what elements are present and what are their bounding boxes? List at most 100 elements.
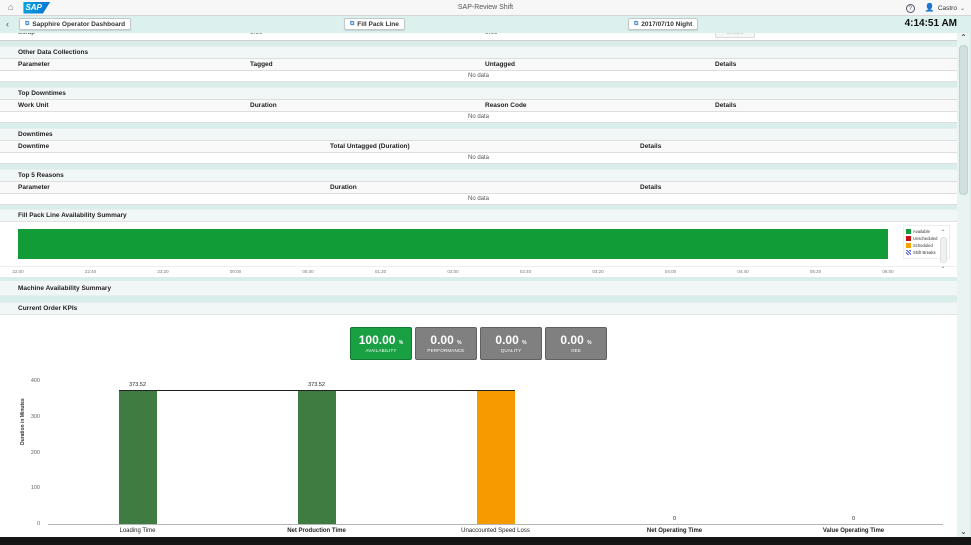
section-downtimes: Downtimes (0, 128, 957, 140)
shell-bar: ⌂ SAP SAP-Review Shift ? 👤 Castro ⌄ (0, 0, 971, 16)
section-other-data-collections: Other Data Collections (0, 46, 957, 58)
timeline-tick: 04:00 (664, 269, 677, 274)
details-disabled-button[interactable]: Details (715, 33, 755, 38)
content: Scrap 0.00 0.00 Details Other Data Colle… (0, 33, 957, 541)
scrap-tagged: 0.00 (250, 33, 485, 36)
home-icon[interactable]: ⌂ (8, 3, 13, 12)
bottom-edge-bar (0, 537, 971, 545)
sap-dashboard-screen: ⌂ SAP SAP-Review Shift ? 👤 Castro ⌄ ‹ ⧉ … (0, 0, 971, 545)
scroll-up-icon[interactable]: ⌃ (960, 33, 967, 43)
toolbar: ‹ ⧉ Sapphire Operator Dashboard ⧉ Fill P… (0, 16, 971, 33)
y-axis-label: Duration in Minutes (20, 398, 26, 445)
line-button[interactable]: ⧉ Fill Pack Line (344, 18, 405, 30)
kpi-value: 100.00 % (358, 333, 404, 347)
y-tick: 300 (30, 413, 40, 420)
bar-value-label: 373.52 (129, 382, 146, 389)
y-tick: 100 (30, 485, 40, 492)
duration-bar-chart: Duration in Minutes 0 100 200 300 400 373.52 Lo… (0, 373, 957, 539)
col-tagged: Tagged (250, 61, 273, 68)
timeline-scrollbar[interactable]: ⌃ ⌄ (938, 230, 948, 270)
dashboard-button[interactable]: ⧉ Sapphire Operator Dashboard (19, 18, 132, 30)
back-icon[interactable]: ‹ (6, 19, 9, 29)
t5-table-header: Parameter Duration Details (0, 181, 957, 194)
bar-value-label: 373.52 (308, 382, 325, 389)
legend-swatch (906, 250, 911, 255)
category-label: Net Production Time (287, 528, 346, 534)
user-name: Castro (937, 4, 957, 12)
kpi-tile-oee[interactable]: 0.00 % OEE (545, 327, 607, 360)
kpi-tile-performance[interactable]: 0.00 % PERFORMANCE (415, 327, 477, 360)
col-untagged: Untagged (485, 61, 515, 68)
scrap-untagged: 0.00 (485, 33, 715, 36)
scroll-down-icon[interactable]: ⌄ (940, 264, 945, 270)
kpi-label: OEE (570, 348, 582, 353)
timeline-tick: 22:00 (12, 269, 24, 274)
kpi-tile-availability[interactable]: 100.00 % AVAILABILITY (350, 327, 412, 360)
bar-net-production-time[interactable] (297, 390, 336, 524)
timeline-scroll-track[interactable] (939, 237, 947, 263)
legend-label: Scheduled (913, 243, 933, 248)
timeline-tick: 00:40 (302, 269, 314, 274)
legend-swatch (906, 236, 911, 241)
legend-swatch (906, 229, 911, 234)
availability-timeline-panel: 22:00 22:40 23:20 00:00 00:40 01:20 02:00 02:40… (0, 221, 957, 277)
y-tick: 0 (36, 521, 40, 527)
connector-line (118, 390, 515, 392)
col-reason-code: Reason Code (485, 102, 527, 109)
legend-label: Unscheduled (913, 236, 938, 241)
timeline-tick: 01:20 (374, 269, 387, 274)
details-label: Details (727, 33, 744, 36)
timeline-tick: 03:20 (592, 269, 604, 274)
td-no-data: No data (0, 112, 957, 123)
shift-button-label: 2017/07/10 Night (641, 20, 693, 28)
timeline-tick: 22:40 (84, 269, 97, 274)
kpi-row: 100.00 % AVAILABILITY 0.00 % PERFORMANCE 0.0… (0, 327, 957, 360)
bar-loading-time[interactable] (118, 390, 157, 524)
line-button-label: Fill Pack Line (357, 20, 399, 28)
odc-no-data: No data (0, 71, 957, 82)
kpi-value: 0.00 % (430, 333, 462, 347)
availability-gantt-bar[interactable] (18, 229, 888, 259)
category-label: Loading Time (119, 528, 156, 534)
shift-button[interactable]: ⧉ 2017/07/10 Night (628, 18, 699, 30)
popup-icon: ⧉ (350, 21, 355, 27)
timeline-tick: 05:20 (809, 269, 822, 274)
clock: 4:14:51 AM (904, 18, 957, 29)
section-machine-availability: Machine Availability Summary (0, 281, 957, 296)
category-label: Unaccounted Speed Loss (461, 528, 530, 534)
kpi-value: 0.00 % (560, 333, 592, 347)
kpi-tile-quality[interactable]: 0.00 % QUALITY (480, 327, 542, 360)
col-work-unit: Work Unit (18, 102, 49, 109)
timeline-tick: 04:40 (737, 269, 749, 274)
section-top-5-reasons: Top 5 Reasons (0, 169, 957, 181)
x-axis (48, 524, 943, 525)
user-menu[interactable]: 👤 Castro ⌄ (925, 4, 965, 12)
bar-value-label: 0 (851, 516, 856, 522)
kpi-label: PERFORMANCE (427, 348, 465, 353)
col-parameter: Parameter (18, 61, 50, 68)
timeline-tick: 02:00 (447, 269, 459, 274)
category-label: Net Operating Time (646, 528, 703, 534)
section-fill-pack-availability: Fill Pack Line Availability Summary (0, 209, 957, 221)
bar-unaccounted-speed-loss[interactable] (476, 390, 515, 524)
t5-no-data: No data (0, 194, 957, 205)
scroll-down-icon[interactable]: ⌄ (960, 527, 967, 537)
col-downtime: Downtime (18, 143, 50, 150)
user-icon: 👤 (924, 3, 935, 12)
page-scrollbar[interactable]: ⌃ ⌄ (957, 33, 970, 537)
legend-swatch (906, 243, 911, 248)
timeline-axis: 22:00 22:40 23:20 00:00 00:40 01:20 02:00 02:40… (0, 266, 957, 274)
dt-no-data: No data (0, 153, 957, 164)
scrollbar-thumb[interactable] (959, 45, 968, 195)
col-details: Details (715, 102, 737, 109)
col-details: Details (640, 143, 662, 150)
help-icon[interactable]: ? (905, 3, 915, 13)
category-label: Value Operating Time (822, 528, 885, 534)
col-duration: Duration (250, 102, 277, 109)
dashboard-button-label: Sapphire Operator Dashboard (32, 20, 126, 28)
kpi-label: AVAILABILITY (365, 348, 397, 353)
legend-label: Shift Breaks (913, 250, 936, 255)
y-tick: 200 (30, 449, 40, 456)
scroll-up-icon[interactable]: ⌃ (940, 230, 945, 236)
popup-icon: ⧉ (25, 21, 30, 27)
